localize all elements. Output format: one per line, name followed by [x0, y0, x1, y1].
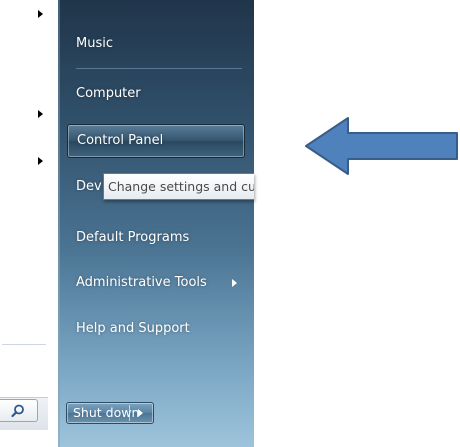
menu-item-music[interactable]: Music — [67, 27, 245, 61]
shutdown-button[interactable]: Shut down — [66, 402, 154, 424]
start-menu-left-pane — [0, 0, 58, 447]
chevron-right-icon — [232, 279, 237, 287]
expand-arrow-icon[interactable] — [38, 157, 43, 165]
menu-item-help-and-support[interactable]: Help and Support — [67, 312, 245, 346]
menu-item-administrative-tools[interactable]: Administrative Tools — [67, 266, 245, 300]
menu-item-label: Administrative Tools — [76, 275, 207, 290]
menu-item-label: Computer — [76, 86, 141, 101]
menu-item-label: Control Panel — [77, 133, 164, 148]
menu-item-label: Default Programs — [76, 230, 190, 245]
expand-arrow-icon[interactable] — [38, 10, 43, 18]
tooltip-text: Change settings and customize the functi… — [108, 179, 254, 194]
menu-item-default-programs[interactable]: Default Programs — [67, 221, 245, 255]
chevron-right-icon[interactable] — [138, 409, 143, 417]
menu-item-computer[interactable]: Computer — [67, 77, 245, 111]
menu-item-label: Music — [76, 36, 113, 51]
separator — [2, 344, 46, 345]
divider — [129, 405, 130, 421]
search-icon — [11, 404, 24, 418]
tooltip: Change settings and customize the functi… — [103, 173, 254, 200]
arrow-left-icon — [305, 117, 458, 175]
menu-item-label: Help and Support — [76, 321, 190, 336]
expand-arrow-icon[interactable] — [38, 110, 43, 118]
search-button[interactable] — [0, 399, 38, 422]
start-menu-right-pane: Music Computer Control Panel Devices and… — [58, 0, 254, 447]
separator — [76, 68, 242, 69]
menu-item-control-panel[interactable]: Control Panel — [67, 124, 245, 158]
